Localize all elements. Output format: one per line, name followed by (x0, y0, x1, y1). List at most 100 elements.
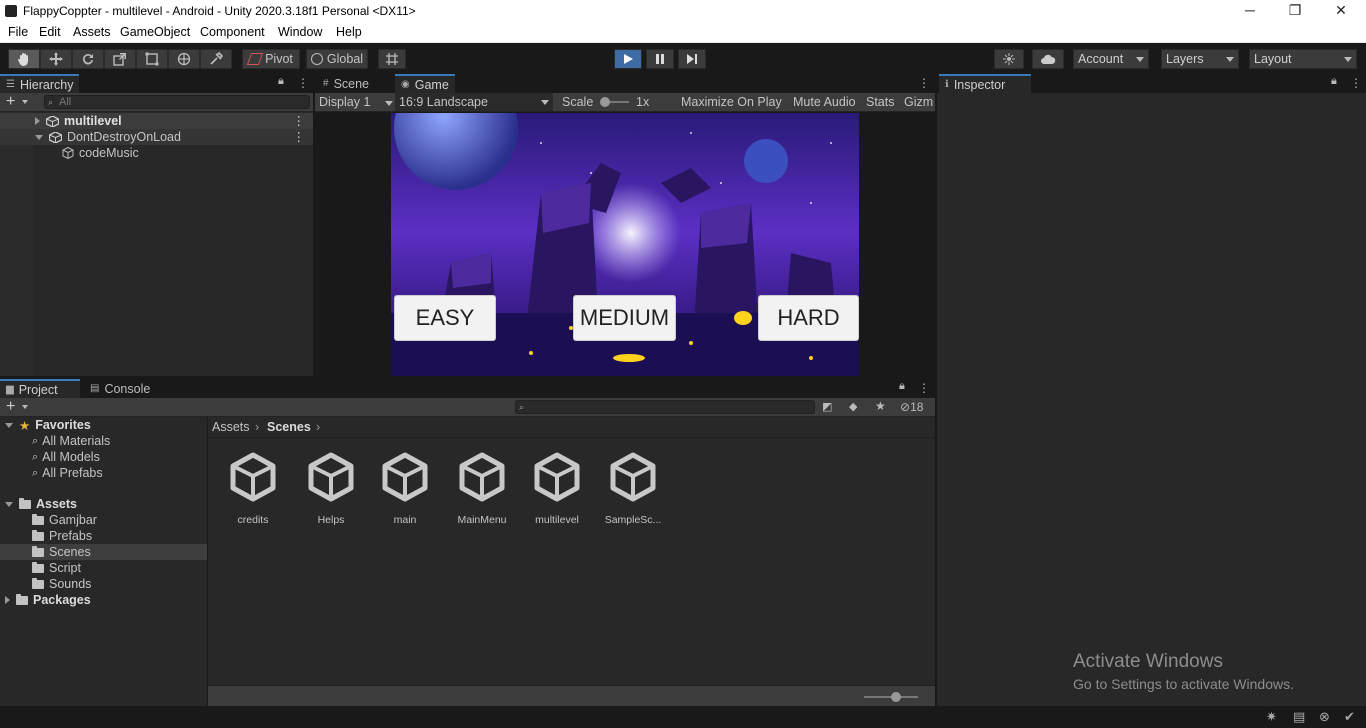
gameobject-cube-icon (62, 147, 74, 159)
menu-edit[interactable]: Edit (39, 25, 61, 39)
auto-generate-lighting-icon[interactable]: ✔ (1344, 709, 1355, 725)
pause-button[interactable] (646, 49, 674, 69)
play-button[interactable] (614, 49, 642, 69)
rotate-tool-button[interactable] (72, 49, 104, 69)
hierarchy-menu-button[interactable]: ⋮ (297, 76, 309, 90)
tree-folder-sounds[interactable]: Sounds (32, 576, 91, 592)
globe-icon (310, 53, 323, 65)
tab-project[interactable]: ▆ Project (0, 379, 80, 398)
scene-icon (49, 131, 62, 143)
hidden-packages-toggle[interactable]: ⊘18 (900, 400, 923, 414)
medium-button[interactable]: MEDIUM (573, 295, 676, 341)
tab-hierarchy[interactable]: ☰ Hierarchy (0, 74, 80, 93)
asset-mainmenu[interactable]: MainMenu (447, 452, 517, 526)
project-menu-button[interactable]: ⋮ (918, 381, 930, 395)
collapse-arrow-icon[interactable] (35, 134, 43, 140)
tree-folder-prefabs[interactable]: Prefabs (32, 528, 92, 544)
tree-label: Scenes (49, 545, 91, 559)
tree-assets[interactable]: Assets (5, 496, 77, 512)
move-tool-button[interactable] (40, 49, 72, 69)
asset-multilevel[interactable]: multilevel (522, 452, 592, 526)
tab-inspector[interactable]: ℹ Inspector (939, 74, 1031, 93)
expand-arrow-icon[interactable] (5, 596, 10, 604)
hierarchy-search-input[interactable]: ⌕ All (44, 95, 310, 109)
grid-snap-button[interactable] (378, 49, 406, 69)
add-button[interactable]: + (6, 398, 15, 416)
hierarchy-row-dontdestroyonload[interactable]: DontDestroyOnLoad ⋮ (0, 129, 313, 145)
collapse-arrow-icon[interactable] (5, 422, 13, 428)
row-menu-button[interactable]: ⋮ (293, 129, 306, 144)
tab-console[interactable]: ▤ Console (84, 379, 156, 398)
custom-tool-button[interactable] (200, 49, 232, 69)
breadcrumb-assets[interactable]: Assets (212, 420, 250, 434)
collab-button[interactable] (994, 49, 1024, 69)
breadcrumb-scenes[interactable]: Scenes (267, 420, 311, 434)
hierarchy-row-codemusic[interactable]: codeMusic (0, 145, 313, 161)
tab-scene[interactable]: # Scene (317, 74, 375, 93)
pause-icon (656, 54, 664, 64)
scale-tool-button[interactable] (104, 49, 136, 69)
tree-packages[interactable]: Packages (5, 592, 91, 608)
stats-toggle[interactable]: Stats (866, 95, 895, 109)
maximize-button[interactable]: ❐ (1280, 2, 1310, 19)
collapse-arrow-icon[interactable] (5, 501, 13, 507)
close-button[interactable]: ✕ (1326, 2, 1356, 19)
search-by-type-icon[interactable]: ◩ (822, 400, 832, 413)
layout-dropdown[interactable]: Layout (1249, 49, 1357, 69)
chevron-down-icon[interactable] (22, 100, 28, 104)
menu-gameobject[interactable]: GameObject (120, 25, 190, 39)
layers-dropdown[interactable]: Layers (1161, 49, 1239, 69)
icon-size-slider-handle[interactable] (891, 692, 901, 702)
pivot-toggle-button[interactable]: Pivot (242, 49, 300, 69)
lock-icon[interactable]: 🔒︎ (1331, 75, 1337, 88)
row-menu-button[interactable]: ⋮ (293, 113, 306, 128)
asset-helps[interactable]: Helps (296, 452, 366, 526)
rect-tool-button[interactable] (136, 49, 168, 69)
hard-button[interactable]: HARD (758, 295, 859, 341)
tree-folder-script[interactable]: Script (32, 560, 81, 576)
progress-icon[interactable]: ⊗ (1319, 709, 1330, 725)
tree-folder-gamjbar[interactable]: Gamjbar (32, 512, 97, 528)
chevron-down-icon[interactable] (22, 405, 28, 409)
menu-assets[interactable]: Assets (73, 25, 111, 39)
menu-file[interactable]: File (8, 25, 28, 39)
star-icon[interactable]: ★ (875, 399, 886, 413)
menu-component[interactable]: Component (200, 25, 265, 39)
mute-audio-toggle[interactable]: Mute Audio (793, 95, 856, 109)
easy-button[interactable]: EASY (394, 295, 496, 341)
tree-folder-scenes[interactable]: Scenes (32, 544, 91, 560)
bug-icon[interactable]: ✷ (1266, 709, 1277, 725)
maximize-on-play-toggle[interactable]: Maximize On Play (681, 95, 782, 109)
display-dropdown[interactable]: Display 1 (319, 95, 393, 109)
game-menu-button[interactable]: ⋮ (918, 76, 930, 90)
step-button[interactable] (678, 49, 706, 69)
menu-help[interactable]: Help (336, 25, 362, 39)
hierarchy-row-multilevel[interactable]: multilevel ⋮ (0, 113, 313, 129)
transform-tool-button[interactable] (168, 49, 200, 69)
asset-credits[interactable]: credits (218, 452, 288, 526)
gizmos-toggle[interactable]: Gizm (904, 95, 933, 109)
tree-favorite-item[interactable]: ⌕ All Materials (32, 433, 110, 449)
cloud-button[interactable] (1032, 49, 1064, 69)
lock-icon[interactable]: 🔒︎ (278, 75, 284, 88)
asset-samplescene[interactable]: SampleSc... (598, 452, 668, 526)
label-tag-icon[interactable]: ◆ (849, 400, 857, 413)
tab-game[interactable]: ◉ Game (395, 74, 455, 93)
cache-server-icon[interactable]: ▤ (1293, 709, 1305, 725)
global-toggle-button[interactable]: Global (306, 49, 368, 69)
hand-tool-button[interactable] (8, 49, 40, 69)
project-search-input[interactable]: ⌕ (515, 400, 815, 414)
lock-icon[interactable]: 🔒︎ (899, 380, 905, 393)
tree-favorite-item[interactable]: ⌕ All Prefabs (32, 465, 103, 481)
minimize-button[interactable]: ─ (1235, 2, 1265, 18)
account-dropdown[interactable]: Account (1073, 49, 1149, 69)
menu-window[interactable]: Window (278, 25, 322, 39)
inspector-menu-button[interactable]: ⋮ (1350, 76, 1362, 90)
tree-favorites[interactable]: ★ Favorites (5, 417, 91, 433)
asset-main[interactable]: main (370, 452, 440, 526)
expand-arrow-icon[interactable] (35, 117, 40, 125)
tree-favorite-item[interactable]: ⌕ All Models (32, 449, 100, 465)
aspect-dropdown[interactable]: 16:9 Landscape (395, 93, 553, 111)
add-button[interactable]: + (6, 93, 15, 111)
scale-slider-handle[interactable] (600, 97, 610, 107)
